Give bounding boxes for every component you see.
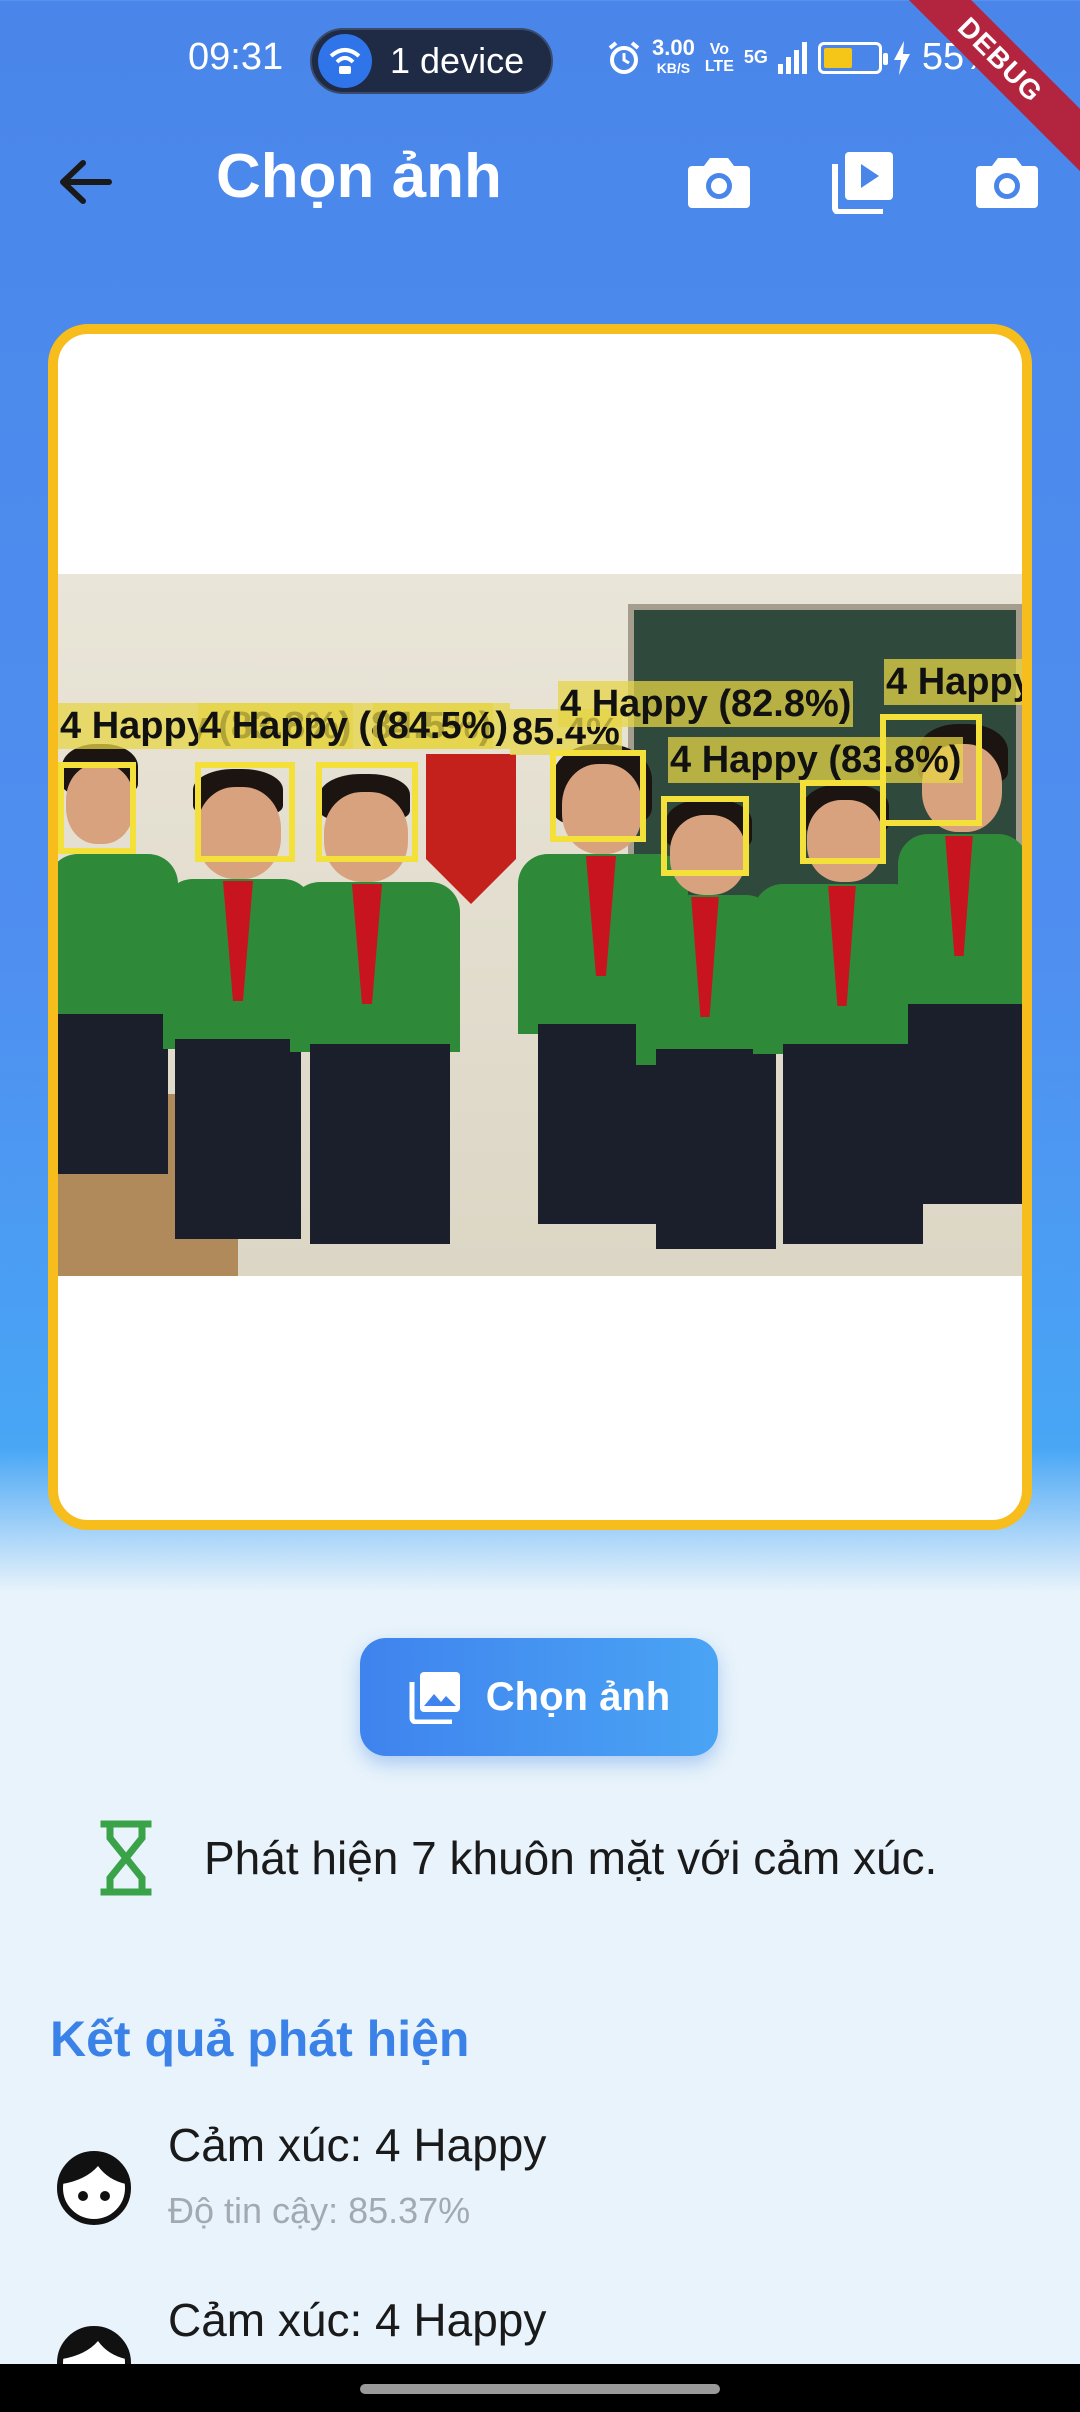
arrow-left-icon [60, 160, 112, 204]
battery-icon [817, 41, 888, 74]
camera-icon [976, 158, 1038, 208]
detection-status: Phát hiện 7 khuôn mặt với cảm xúc. [100, 1820, 937, 1896]
hotspot-icon [318, 34, 372, 88]
bottom-panel: Chọn ảnh Phát hiện 7 khuôn mặt với cảm x… [0, 1590, 1080, 2412]
image-preview-card: 4 Happy (83.8%) 4 Happy (84.5%) (84.5%) … [48, 324, 1032, 1530]
face-icon [57, 2151, 131, 2225]
face-bounding-box [316, 762, 418, 862]
face-bounding-box [661, 796, 749, 876]
hotspot-pill[interactable]: 1 device [310, 28, 553, 94]
detection-label: (84.5%) [373, 703, 511, 749]
camera-button-2[interactable] [970, 145, 1044, 219]
results-title: Kết quả phát hiện [50, 2011, 470, 2067]
hotspot-label: 1 device [390, 40, 525, 81]
detection-label: 4 Happy (82.8%) [558, 681, 854, 727]
system-nav-bar [0, 2364, 1080, 2412]
result-emotion: Cảm xúc: 4 Happy [168, 2294, 547, 2346]
detection-label: 4 Happy (8 [884, 659, 1022, 705]
pick-image-label: Chọn ảnh [485, 1674, 671, 1719]
app-bar: Chọn ảnh [0, 125, 1080, 235]
selected-photo: 4 Happy (83.8%) 4 Happy (84.5%) (84.5%) … [58, 574, 1022, 1276]
page-title: Chọn ảnh [216, 142, 502, 211]
signal-icon [777, 41, 807, 74]
face-bounding-box [880, 714, 982, 826]
pick-image-button[interactable]: Chọn ảnh [360, 1638, 718, 1756]
video-library-icon [832, 152, 893, 214]
signal-type: 5G [743, 47, 768, 67]
camera-button[interactable] [682, 145, 756, 219]
result-item[interactable]: Cảm xúc: 4 Happy Độ tin cậy: 85.37% [50, 2110, 1030, 2260]
face-bounding-box [195, 762, 295, 862]
alarm-icon [608, 40, 640, 74]
camera-icon [688, 158, 750, 208]
status-text: Phát hiện 7 khuôn mặt với cảm xúc. [204, 1832, 938, 1884]
face-bounding-box [58, 762, 136, 854]
result-emotion: Cảm xúc: 4 Happy [168, 2119, 547, 2171]
volte-badge: Vo LTE [704, 40, 734, 75]
hourglass-icon [100, 1820, 152, 1896]
home-gesture-handle[interactable] [360, 2384, 720, 2394]
back-button[interactable] [50, 147, 120, 217]
photo-library-icon [409, 1672, 460, 1724]
clock: 09:31 [188, 36, 284, 78]
status-bar: 09:31 1 device 3.00 KB/S Vo LTE 5G 55% DEB… [0, 0, 1080, 175]
result-confidence: Độ tin cậy: 85.37% [168, 2190, 471, 2231]
net-speed: 3.00 KB/S [652, 34, 695, 76]
face-bounding-box [550, 750, 646, 842]
video-library-button[interactable] [826, 145, 900, 219]
face-bounding-box [800, 780, 886, 864]
